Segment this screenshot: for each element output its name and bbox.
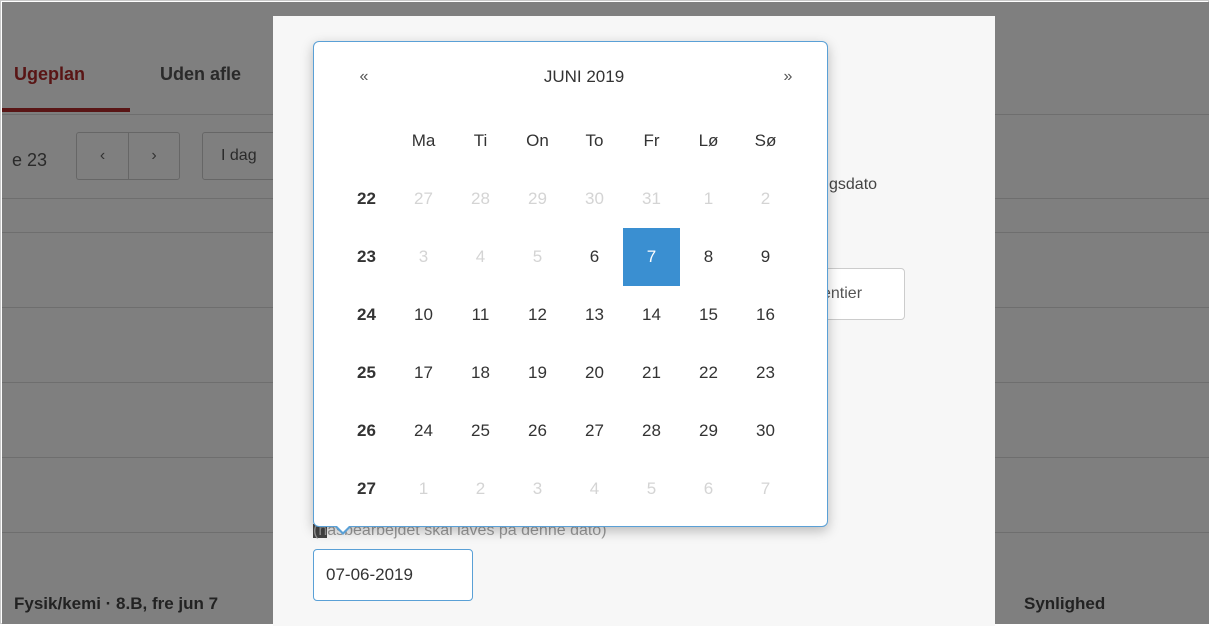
date-input[interactable]: [313, 549, 473, 601]
day-cell[interactable]: 21: [623, 344, 680, 402]
next-month-button[interactable]: »: [766, 42, 810, 112]
prev-month-button[interactable]: «: [342, 42, 386, 112]
day-cell[interactable]: 3: [509, 460, 566, 518]
day-cell[interactable]: 6: [566, 228, 623, 286]
weekday-header: Fr: [643, 131, 660, 150]
day-cell[interactable]: 3: [395, 228, 452, 286]
deadline-label: gsdato: [829, 176, 878, 193]
week-number: 22: [357, 189, 376, 208]
datepicker-popup: « JUNI 2019 » Ma Ti On To Fr Lø Sø 22 27 28 29 30 3…: [313, 41, 828, 535]
calendar-week-row: 26 24 25 26 27 28 29 30: [338, 402, 794, 460]
calendar-week-row: 25 17 18 19 20 21 22 23: [338, 344, 794, 402]
day-cell[interactable]: 16: [737, 286, 794, 344]
day-cell[interactable]: 29: [509, 170, 566, 228]
day-cell[interactable]: 20: [566, 344, 623, 402]
day-cell[interactable]: 28: [623, 402, 680, 460]
day-cell[interactable]: 1: [395, 460, 452, 518]
week-number-header: [338, 112, 395, 170]
day-cell[interactable]: 2: [737, 170, 794, 228]
day-cell[interactable]: 13: [566, 286, 623, 344]
day-cell[interactable]: 11: [452, 286, 509, 344]
day-cell[interactable]: 24: [395, 402, 452, 460]
weekday-header: Sø: [754, 131, 777, 150]
day-cell[interactable]: 22: [680, 344, 737, 402]
week-number: 27: [357, 479, 376, 498]
day-cell[interactable]: 14: [623, 286, 680, 344]
day-cell[interactable]: 30: [566, 170, 623, 228]
day-cell[interactable]: 5: [623, 460, 680, 518]
weekday-header-row: Ma Ti On To Fr Lø Sø: [338, 112, 794, 170]
weekday-header: On: [526, 131, 549, 150]
day-cell[interactable]: 18: [452, 344, 509, 402]
calendar-week-row: 27 1 2 3 4 5 6 7: [338, 460, 794, 518]
calendar-week-row: 24 10 11 12 13 14 15 16: [338, 286, 794, 344]
day-cell[interactable]: 27: [395, 170, 452, 228]
day-cell[interactable]: 17: [395, 344, 452, 402]
calendar-week-row: 23 3 4 5 6 7 8 9: [338, 228, 794, 286]
day-cell[interactable]: 9: [737, 228, 794, 286]
day-cell[interactable]: 28: [452, 170, 509, 228]
week-number: 23: [357, 247, 376, 266]
day-cell[interactable]: 8: [680, 228, 737, 286]
day-cell[interactable]: 4: [452, 228, 509, 286]
day-cell[interactable]: 5: [509, 228, 566, 286]
day-cell[interactable]: 10: [395, 286, 452, 344]
day-cell[interactable]: 6: [680, 460, 737, 518]
day-cell[interactable]: 12: [509, 286, 566, 344]
day-cell[interactable]: 15: [680, 286, 737, 344]
day-cell[interactable]: 26: [509, 402, 566, 460]
day-cell[interactable]: 23: [737, 344, 794, 402]
week-number: 26: [357, 421, 376, 440]
selected-day-cell[interactable]: 7: [623, 228, 680, 286]
month-title[interactable]: JUNI 2019: [494, 42, 674, 112]
day-cell[interactable]: 31: [623, 170, 680, 228]
day-cell[interactable]: 27: [566, 402, 623, 460]
day-cell[interactable]: 19: [509, 344, 566, 402]
day-cell[interactable]: 29: [680, 402, 737, 460]
day-cell[interactable]: 30: [737, 402, 794, 460]
day-cell[interactable]: 7: [737, 460, 794, 518]
weekday-header: Ti: [473, 131, 488, 150]
week-number: 24: [357, 305, 376, 324]
day-cell[interactable]: 25: [452, 402, 509, 460]
calendar-body: 22 27 28 29 30 31 1 2 23 3 4 5 6 7 8 9 24 10 11 12 13 14 15 16 2…: [338, 170, 794, 518]
calendar-grid: Ma Ti On To Fr Lø Sø 22 27 28 29 30 31 1 2 23 3 4 5 6 7 8 9 24…: [338, 112, 794, 518]
weekday-header: To: [585, 131, 604, 150]
day-cell[interactable]: 4: [566, 460, 623, 518]
calendar-week-row: 22 27 28 29 30 31 1 2: [338, 170, 794, 228]
day-cell[interactable]: 2: [452, 460, 509, 518]
weekday-header: Ma: [411, 131, 436, 150]
popup-pointer-inner: [336, 525, 350, 532]
week-number: 25: [357, 363, 376, 382]
weekday-header: Lø: [698, 131, 719, 150]
day-cell[interactable]: 1: [680, 170, 737, 228]
